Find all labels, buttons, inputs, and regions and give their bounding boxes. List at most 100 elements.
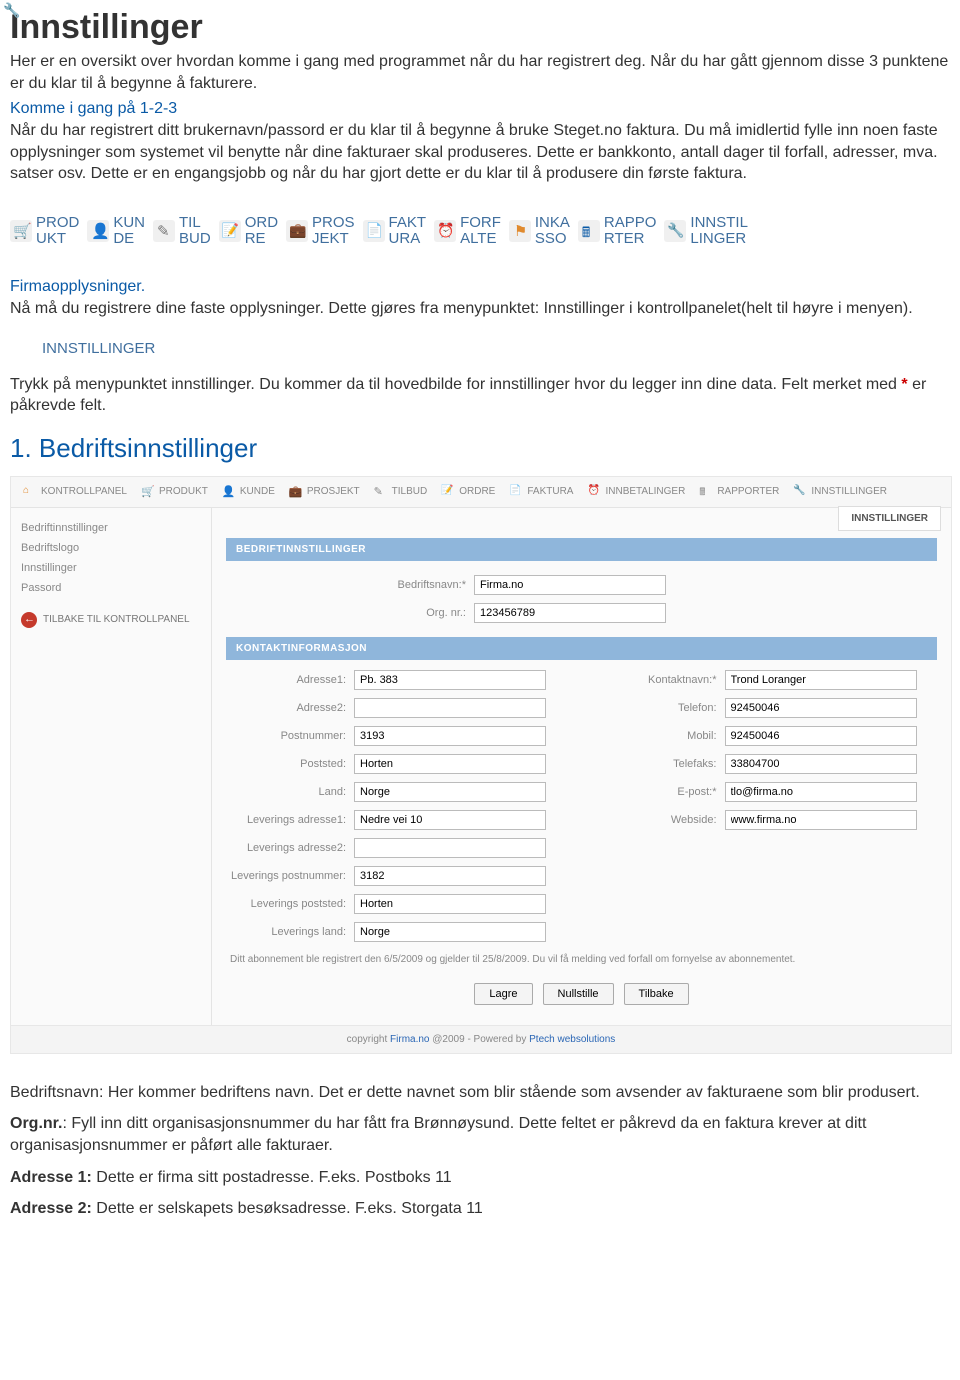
cart-icon [141, 485, 155, 499]
contact-right-input[interactable] [725, 810, 917, 830]
contact-left-input[interactable] [354, 754, 546, 774]
panel-nav-produkt[interactable]: PRODUKT [141, 485, 208, 499]
nav-item-produkt[interactable]: PROD UKT [10, 215, 87, 248]
sidebar-item-passord[interactable]: Passord [21, 578, 201, 598]
panel-nav-prosjekt[interactable]: PROSJEKT [289, 485, 360, 499]
nav-item-rapporter[interactable]: RAPPO RTER [578, 215, 665, 248]
contact-left-input[interactable] [354, 922, 546, 942]
label-orgnr: Org. nr.: [346, 607, 474, 619]
contact-right-input[interactable] [725, 754, 917, 774]
panel-nav-kunde[interactable]: KUNDE [222, 485, 275, 499]
nav-label: ORD RE [245, 215, 278, 248]
post-p4-a: Adresse 2: [10, 1200, 92, 1217]
wrench-icon [793, 485, 807, 499]
contact-left-label: Leverings adresse1: [226, 814, 354, 826]
panel-nav-tilbud[interactable]: TILBUD [374, 485, 428, 499]
sidebar-item-bedriftinnstillinger[interactable]: Bedriftinnstillinger [21, 518, 201, 538]
section-title: Firmaopplysninger. [10, 278, 950, 296]
settings-link-label: INNSTILLINGER [42, 340, 155, 357]
sidebar-item-innstillinger[interactable]: Innstillinger [21, 558, 201, 578]
sidebar-item-bedriftslogo[interactable]: Bedriftslogo [21, 538, 201, 558]
footer-link-firma[interactable]: Firma.no [390, 1034, 429, 1045]
contact-left-row: Poststed: [226, 750, 567, 778]
input-orgnr[interactable] [474, 603, 666, 623]
panel-nav-innbetalinger[interactable]: INNBETALINGER [587, 485, 685, 499]
nav-item-tilbud[interactable]: TIL BUD [153, 215, 219, 248]
nav-item-forfalte[interactable]: FORF ALTE [434, 215, 509, 248]
panel-nav-label: RAPPORTER [717, 486, 779, 497]
contact-left-input[interactable] [354, 810, 546, 830]
post-p4-b: Dette er selskapets besøksadresse. F.eks… [92, 1200, 483, 1217]
user-icon [222, 485, 236, 499]
post-p2: Org.nr.: Fyll inn ditt organisasjonsnumm… [10, 1113, 950, 1156]
contact-left-row: Leverings postnummer: [226, 862, 567, 890]
tab-settings[interactable]: INNSTILLINGER [838, 506, 941, 531]
contact-left-input[interactable] [354, 782, 546, 802]
settings-link[interactable]: INNSTILLINGER [10, 336, 950, 362]
contact-left-row: Leverings land: [226, 918, 567, 946]
row-orgnr: Org. nr.: [346, 599, 937, 627]
nav-item-kunde[interactable]: KUN DE [87, 215, 153, 248]
post-section: Bedriftsnavn: Her kommer bedriftens navn… [10, 1082, 950, 1220]
panel-nav-rapporter[interactable]: RAPPORTER [699, 485, 779, 499]
contact-left-label: Adresse2: [226, 702, 354, 714]
footer-a: copyright [347, 1034, 390, 1045]
footer-b: @2009 - Powered by [429, 1034, 529, 1045]
contact-right-label: Kontaktnavn:* [597, 674, 725, 686]
doc-icon [363, 220, 385, 242]
contact-left-input[interactable] [354, 866, 546, 886]
section-body: Nå må du registrere dine faste opplysnin… [10, 298, 950, 320]
lagre-button[interactable]: Lagre [474, 983, 532, 1005]
back-to-controlpanel[interactable]: TILBAKE TIL KONTROLLPANEL [21, 612, 201, 628]
tilbake-button[interactable]: Tilbake [624, 983, 689, 1005]
section-body-2: Trykk på menypunktet innstillinger. Du k… [10, 374, 950, 417]
nav-item-innstillinger[interactable]: INNSTIL LINGER [664, 215, 756, 248]
contact-left-input[interactable] [354, 838, 546, 858]
flag-icon [509, 220, 531, 242]
panel-nav-ordre[interactable]: ORDRE [441, 485, 495, 499]
nullstille-button[interactable]: Nullstille [543, 983, 614, 1005]
contact-left-row: Postnummer: [226, 722, 567, 750]
input-bedriftsnavn[interactable] [474, 575, 666, 595]
user-icon [87, 220, 109, 242]
contact-left-label: Leverings postnummer: [226, 870, 354, 882]
contact-left-input[interactable] [354, 670, 546, 690]
settings-panel: KONTROLLPANEL PRODUKT KUNDE PROSJEKT TILBUD O… [10, 476, 952, 1054]
contact-left-label: Adresse1: [226, 674, 354, 686]
contact-right-col: Kontaktnavn:*Telefon:Mobil:Telefaks:E-po… [597, 666, 938, 946]
contact-right-input[interactable] [725, 670, 917, 690]
nav-label: FORF ALTE [460, 215, 501, 248]
contact-left-input[interactable] [354, 726, 546, 746]
back-label: TILBAKE TIL KONTROLLPANEL [43, 614, 190, 625]
contact-right-row: E-post:* [597, 778, 938, 806]
contact-right-input[interactable] [725, 726, 917, 746]
nav-row: PROD UKT KUN DETIL BUD ORD REPROS JEKTFAKT… [10, 215, 950, 248]
nav-item-inkasso[interactable]: INKA SSO [509, 215, 578, 248]
nav-label: KUN DE [113, 215, 145, 248]
post-p1: Bedriftsnavn: Her kommer bedriftens navn… [10, 1082, 950, 1104]
nav-item-faktura[interactable]: FAKT URA [363, 215, 435, 248]
contact-left-label: Leverings land: [226, 926, 354, 938]
contact-left-row: Leverings adresse2: [226, 834, 567, 862]
panel-nav-label: ORDRE [459, 486, 495, 497]
contact-left-input[interactable] [354, 698, 546, 718]
footer-link-ptech[interactable]: Ptech websolutions [529, 1034, 615, 1045]
contact-right-input[interactable] [725, 698, 917, 718]
panel-nav-label: PRODUKT [159, 486, 208, 497]
panel-nav-faktura[interactable]: FAKTURA [509, 485, 573, 499]
panel-nav-label: INNSTILLINGER [811, 486, 887, 497]
contact-right-input[interactable] [725, 782, 917, 802]
nav-item-ordre[interactable]: ORD RE [219, 215, 286, 248]
contact-right-label: Mobil: [597, 730, 725, 742]
wrench-icon [10, 336, 36, 362]
panel-nav-label: FAKTURA [527, 486, 573, 497]
post-p3-b: Dette er firma sitt postadresse. F.eks. … [92, 1169, 452, 1186]
subheading: Komme i gang på 1-2-3 [10, 100, 950, 118]
contact-left-input[interactable] [354, 894, 546, 914]
nav-label: INKA SSO [535, 215, 570, 248]
panel-nav-kontrollpanel[interactable]: KONTROLLPANEL [23, 485, 127, 499]
contact-right-row: Telefaks: [597, 750, 938, 778]
post-p1-a: Bedriftsnavn: [10, 1084, 108, 1101]
panel-nav-innstillinger[interactable]: INNSTILLINGER [793, 485, 887, 499]
nav-item-prosjekt[interactable]: PROS JEKT [286, 215, 363, 248]
